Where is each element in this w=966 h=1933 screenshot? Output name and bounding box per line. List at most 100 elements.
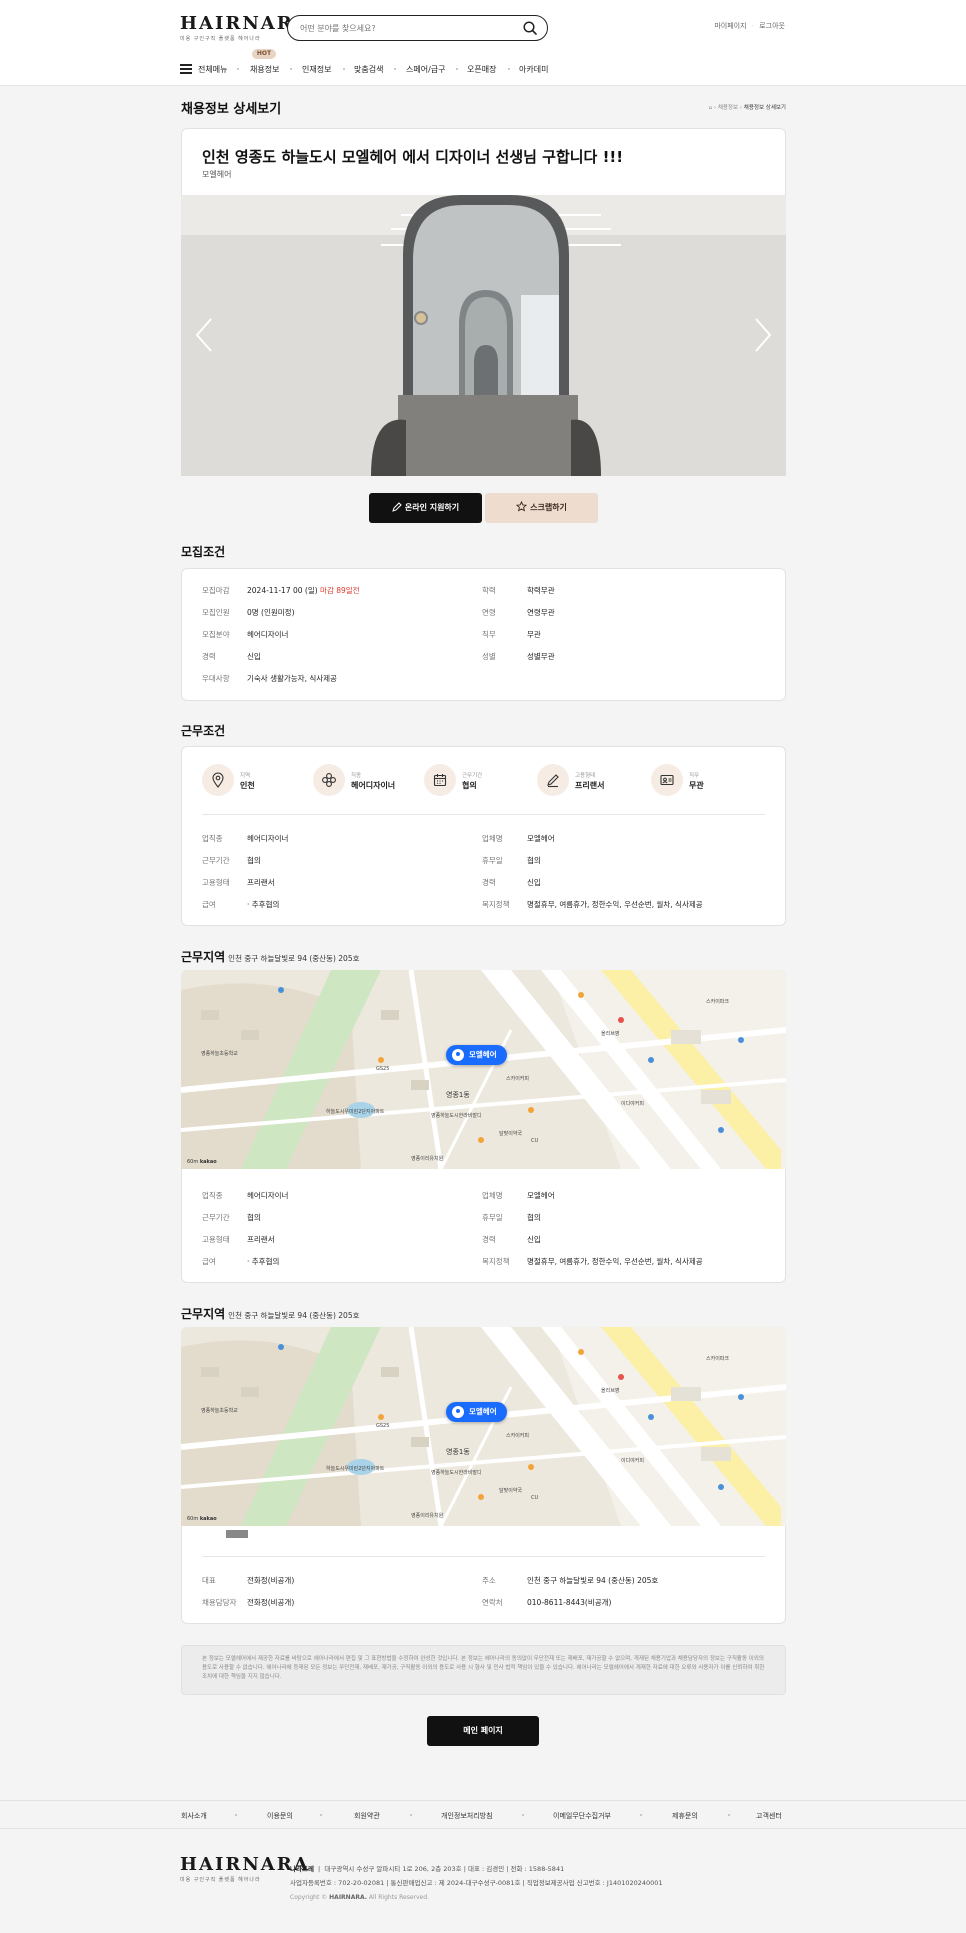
nav-item-academy[interactable]: 아카데미 <box>519 64 548 75</box>
map-label: 달맞이약국 <box>499 1488 523 1494</box>
prev-arrow-icon[interactable] <box>193 317 215 353</box>
map-canvas[interactable] <box>181 1327 786 1526</box>
hamburger-icon[interactable] <box>180 64 192 74</box>
map-label: 영종하늘초등학교 <box>201 1051 238 1057</box>
job-title: 인천 영종도 하늘도시 모엘헤어 에서 디자이너 선생님 구합니다 !!! <box>202 148 624 166</box>
map-canvas[interactable] <box>181 970 786 1169</box>
map-label: GS25 <box>376 1423 390 1429</box>
pen-icon <box>392 502 402 512</box>
map-label: 하늘도시우미린2단지아파트 <box>326 1466 385 1472</box>
footer-separator <box>320 1814 322 1816</box>
mypage-link[interactable]: 마이페이지 <box>714 22 746 30</box>
footer-separator <box>728 1814 730 1816</box>
footer-link[interactable]: 개인정보처리방침 <box>441 1811 493 1821</box>
home-icon[interactable]: ⌂ <box>709 105 713 111</box>
map-label: 스카이커피 <box>506 1433 530 1439</box>
nav-separator <box>343 68 345 70</box>
disclaimer-notice: 본 정보는 모엘헤어에서 제공한 자료를 바탕으로 헤어나라에서 편집 및 그 … <box>181 1645 786 1695</box>
footer-company-info: 나라트레 | 대구광역시 수성구 알파시티 1로 206, 2층 203호 | … <box>290 1865 663 1887</box>
id-card-icon <box>660 774 674 786</box>
footer-link[interactable]: 제휴문의 <box>672 1811 698 1821</box>
recruit-section-title: 모집조건 <box>181 545 226 559</box>
location-section-title: 근무지역 인천 중구 하늘달빛로 94 (중산동) 205호 <box>181 950 360 964</box>
main-page-button[interactable]: 메인 페이지 <box>427 1716 539 1746</box>
location-address: 인천 중구 하늘달빛로 94 (중산동) 205호 <box>228 1311 360 1320</box>
work-section-title: 근무조건 <box>181 724 226 738</box>
location-icon <box>212 772 224 788</box>
footer-link[interactable]: 고객센터 <box>756 1811 782 1821</box>
search-icon[interactable] <box>522 20 538 36</box>
logout-link[interactable]: 로그아웃 <box>759 22 785 30</box>
map-marker[interactable]: 모엘헤어 <box>446 1402 507 1422</box>
map-scale: 60m kakao <box>187 1159 217 1165</box>
marker-icon <box>452 1406 464 1418</box>
breadcrumb: ⌂ › 채용정보 › 채용정보 상세보기 <box>708 105 786 111</box>
nav-separator <box>290 68 292 70</box>
nav-all-menu[interactable]: 전체메뉴 <box>198 64 227 75</box>
nav-separator <box>456 68 458 70</box>
scrap-button[interactable]: 스크랩하기 <box>485 493 598 523</box>
footer-company-name: 나라트레 <box>290 1865 314 1873</box>
search-input[interactable] <box>300 21 510 35</box>
map-label: 이디야커피 <box>621 1101 645 1107</box>
map-view[interactable]: 영종1동 영종하늘도시한라비발디 하늘도시우미린2단지아파트 스카이커피 영종하… <box>181 1327 786 1526</box>
footer-link[interactable]: 회사소개 <box>181 1811 207 1821</box>
next-arrow-icon[interactable] <box>752 317 774 353</box>
map-label: 영종이리유치원 <box>411 1156 444 1162</box>
map-label: 영종1동 <box>446 1448 470 1456</box>
map-label: GS25 <box>376 1066 390 1072</box>
apply-label: 온라인 지원하기 <box>404 503 460 512</box>
footer-separator <box>410 1814 412 1816</box>
copyright: Copyright © HAIRNARA. All Rights Reserve… <box>290 1894 429 1901</box>
search-bar <box>287 15 548 41</box>
map-label: 스카이파크 <box>706 999 730 1005</box>
logo-subtitle: 미용 구인구직 플랫폼 헤어나라 <box>180 36 261 42</box>
salon-photo-image <box>181 195 786 476</box>
nav-item-spare[interactable]: 스페어/급구 <box>406 64 446 75</box>
link-separator: · <box>751 22 754 30</box>
map-label: 스카이파크 <box>706 1356 730 1362</box>
map-label: 영종하늘초등학교 <box>201 1408 238 1414</box>
location-section-title: 근무지역 인천 중구 하늘달빛로 94 (중산동) 205호 <box>181 1307 360 1321</box>
footer-links: 회사소개 이용문의 회원약관 개인정보처리방침 이메일무단수집거부 제휴문의 고… <box>0 1800 966 1829</box>
map-view[interactable]: 영종1동 영종하늘도시한라비발디 하늘도시우미린2단지아파트 스카이커피 영종하… <box>181 970 786 1169</box>
footer-link[interactable]: 이용문의 <box>267 1811 293 1821</box>
map-label: 스카이커피 <box>506 1076 530 1082</box>
breadcrumb-current: 채용정보 상세보기 <box>743 105 786 111</box>
apply-online-button[interactable]: 온라인 지원하기 <box>369 493 482 523</box>
footer-separator <box>522 1814 524 1816</box>
main-nav: 전체메뉴 HOT 채용정보 인재정보 맞춤검색 스페어/급구 오픈매장 아카데미 <box>180 49 786 82</box>
nav-item-jobs[interactable]: 채용정보 <box>250 64 279 75</box>
marker-icon <box>452 1049 464 1061</box>
page-title: 채용정보 상세보기 <box>181 102 282 117</box>
map-label: 하늘도시우미린2단지아파트 <box>326 1109 385 1115</box>
map-scale: 60m kakao <box>187 1516 217 1522</box>
logo[interactable]: HAIRNARA 미용 구인구직 플랫폼 헤어나라 <box>180 14 308 43</box>
footer-link[interactable]: 이메일무단수집거부 <box>553 1811 611 1821</box>
nav-separator <box>237 68 239 70</box>
footer-link[interactable]: 회원약관 <box>354 1811 380 1821</box>
map-label: 올리브영 <box>601 1388 620 1394</box>
divider <box>202 814 765 815</box>
map-label: 영종하늘도시한라비발디 <box>431 1113 482 1119</box>
nav-separator <box>508 68 510 70</box>
work-icon-period: 근무기간 협의 <box>424 764 524 798</box>
salon-photo <box>181 195 786 476</box>
nav-item-open-store[interactable]: 오픈매장 <box>467 64 496 75</box>
scrap-label: 스크랩하기 <box>530 503 567 512</box>
divider <box>202 1556 765 1557</box>
company-name: 모엘헤어 <box>202 170 232 179</box>
logo-text[interactable]: HAIRNARA <box>180 14 308 34</box>
footer-separator <box>640 1814 642 1816</box>
work-icon-region: 지역 인천 <box>202 764 302 798</box>
nav-item-custom-search[interactable]: 맞춤검색 <box>354 64 383 75</box>
nav-item-talent[interactable]: 인재정보 <box>302 64 331 75</box>
breadcrumb-jobs[interactable]: 채용정보 <box>718 105 738 111</box>
calendar-icon <box>433 774 447 787</box>
map-label: 올리브영 <box>601 1031 620 1037</box>
map-marker[interactable]: 모엘헤어 <box>446 1045 507 1065</box>
work-icon-employment: 고용형태 프리랜서 <box>537 764 637 798</box>
map-label: 달맞이약국 <box>499 1131 523 1137</box>
map-label: 영종이리유치원 <box>411 1513 444 1519</box>
star-icon <box>515 500 528 512</box>
